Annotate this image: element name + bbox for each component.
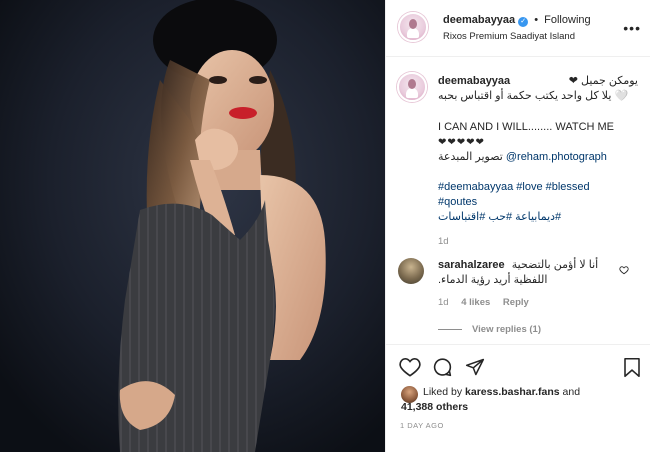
verified-badge-icon: ✓	[518, 17, 529, 27]
caption-time[interactable]: 1d	[438, 234, 638, 249]
comment-meta: 1d 4 likes Reply	[438, 297, 539, 308]
comment-likes[interactable]: 4 likes	[461, 297, 490, 308]
portrait-image	[0, 0, 385, 452]
share-paper-plane-icon[interactable]	[465, 357, 485, 380]
header-separator: •	[534, 14, 539, 26]
more-options-icon[interactable]: •••	[623, 20, 641, 36]
hashtags-line-1[interactable]: #deemabayyaa #love #blessed	[438, 180, 638, 195]
caption-line-1: يومكن جميل ❤	[568, 75, 638, 87]
caption-line-2: 🤍 يلا كل واحد يكتب حكمة أو اقتباس بحبه	[438, 90, 629, 102]
post-details-panel: deemabayyaa ✓ • Following Rixos Premium S…	[385, 0, 650, 452]
hashtags-arabic[interactable]: #ديمابياعة #حب #اقتباسات	[438, 210, 638, 225]
comment-reply-button[interactable]: Reply	[503, 297, 529, 308]
liked-by-prefix: Liked by	[423, 386, 463, 398]
caption-author-avatar[interactable]	[397, 72, 427, 102]
comment: sarahalzaree أنا لا أؤمن بالتضحية اللفظي…	[438, 258, 618, 288]
like-heart-icon[interactable]	[399, 357, 421, 380]
liked-by-and: and	[562, 386, 581, 398]
header-title-row: deemabayyaa ✓ • Following	[443, 14, 591, 27]
liked-by-avatar[interactable]	[401, 386, 418, 403]
commenter-avatar[interactable]	[398, 258, 424, 284]
post-actions: Liked by karess.bashar.fans and 41,388 o…	[386, 344, 650, 452]
commenter-username[interactable]: sarahalzaree	[438, 259, 505, 271]
post-photo[interactable]	[0, 0, 385, 452]
post-caption: deemabayyaa يومكن جميل ❤ 🤍 يلا كل واحد ي…	[438, 74, 638, 249]
header-username[interactable]: deemabayyaa	[443, 14, 515, 26]
replies-divider	[438, 328, 462, 330]
comment-time[interactable]: 1d	[438, 297, 449, 308]
photo-credit-handle[interactable]: @reham.photograph	[506, 151, 607, 163]
liked-by-user[interactable]: karess.bashar.fans	[465, 386, 560, 398]
comment-text-line-2: اللفظية أريد رؤية الدماء.	[438, 274, 548, 286]
post-header: deemabayyaa ✓ • Following Rixos Premium S…	[386, 0, 650, 57]
view-replies-label[interactable]: View replies (1)	[472, 324, 541, 335]
following-button[interactable]: Following	[544, 14, 590, 26]
liked-by: Liked by karess.bashar.fans and 41,388 o…	[401, 385, 580, 415]
caption-hearts: ❤❤❤❤❤	[438, 137, 485, 148]
save-bookmark-icon[interactable]	[623, 357, 641, 381]
author-avatar[interactable]	[398, 12, 428, 42]
comment-like-heart-icon[interactable]	[619, 265, 629, 278]
comment-bubble-icon[interactable]	[432, 357, 453, 381]
hashtags-line-2[interactable]: #qoutes	[438, 195, 638, 210]
photo-credit-arabic: تصوير المبدعة	[438, 151, 503, 163]
caption-english: I CAN AND I WILL........ WATCH ME	[438, 121, 615, 133]
caption-username[interactable]: deemabayyaa	[438, 74, 510, 89]
location-link[interactable]: Rixos Premium Saadiyat Island	[443, 31, 575, 42]
comment-text-line-1: أنا لا أؤمن بالتضحية	[511, 259, 599, 271]
post-age[interactable]: 1 DAY AGO	[400, 421, 444, 430]
view-replies[interactable]: View replies (1)	[438, 324, 541, 335]
